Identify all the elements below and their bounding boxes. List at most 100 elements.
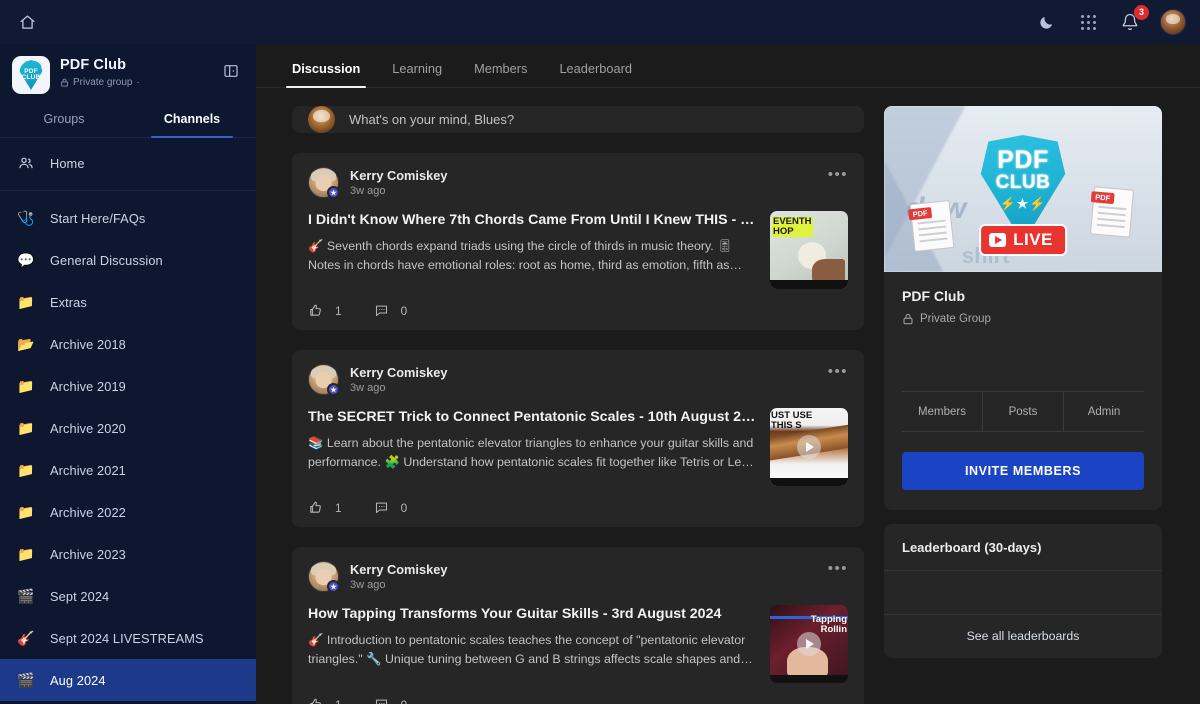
sidebar-item-archive-2018[interactable]: 📂 Archive 2018: [0, 323, 256, 365]
author-avatar[interactable]: ★: [308, 167, 340, 199]
post-title[interactable]: I Didn't Know Where 7th Chords Came From…: [308, 211, 756, 229]
post-thumbnail[interactable]: Tapping Rollin: [770, 605, 848, 683]
sidebar-item-general-discussion[interactable]: 💬 General Discussion: [0, 239, 256, 281]
post-actions: 10: [308, 303, 848, 318]
group-name: PDF Club: [902, 288, 965, 304]
thumbnail-caption: EVENTH HOP: [772, 216, 813, 237]
channel-emoji-icon: 📁: [17, 419, 35, 436]
tab-learning[interactable]: Learning: [378, 61, 456, 87]
post-thumbnail[interactable]: EVENTH HOP: [770, 211, 848, 289]
post-composer[interactable]: What's on your mind, Blues?: [292, 106, 864, 133]
play-icon: [797, 632, 821, 656]
comment-button[interactable]: 0: [374, 697, 408, 704]
lightning-star-icon: ⚡★⚡: [999, 196, 1047, 212]
stat-posts[interactable]: Posts: [983, 392, 1064, 431]
post-description: 📚 Learn about the pentatonic elevator tr…: [308, 436, 756, 470]
sidebar-item-aug-2024[interactable]: 🎬 Aug 2024: [0, 659, 256, 701]
tab-members[interactable]: Members: [460, 61, 541, 87]
sidebar-item-start-here-faqs[interactable]: 🩺 Start Here/FAQs: [0, 197, 256, 239]
comment-count: 0: [401, 698, 408, 704]
sidebar-item-label: Sept 2024: [50, 588, 110, 604]
post-author[interactable]: Kerry Comiskey: [350, 168, 447, 183]
moon-icon[interactable]: [1034, 10, 1058, 34]
like-count: 1: [335, 500, 342, 515]
sidebar-item-archive-2022[interactable]: 📁 Archive 2022: [0, 491, 256, 533]
group-stats-spacer: [902, 325, 1144, 391]
stat-members[interactable]: Members: [902, 392, 983, 431]
sidebar-item-extras[interactable]: 📁 Extras: [0, 281, 256, 323]
sidebar-item-archive-2023[interactable]: 📁 Archive 2023: [0, 533, 256, 575]
app-root: 3 PDF CLUB PDF Club Private group · Grou…: [0, 0, 1200, 704]
sidebar-tab-channels[interactable]: Channels: [128, 102, 256, 138]
post-author[interactable]: Kerry Comiskey: [350, 365, 447, 380]
pdf-document-left-icon: [909, 200, 955, 252]
post-more-options-icon[interactable]: •••: [828, 364, 848, 379]
stat-admin[interactable]: Admin: [1064, 392, 1144, 431]
post-title[interactable]: How Tapping Transforms Your Guitar Skill…: [308, 605, 756, 623]
play-icon: [797, 435, 821, 459]
like-button[interactable]: 1: [308, 500, 342, 515]
post-more-options-icon[interactable]: •••: [828, 561, 848, 576]
post-feed: What's on your mind, Blues? ★ Kerry Comis…: [292, 106, 864, 704]
comment-button[interactable]: 0: [374, 500, 407, 515]
channel-emoji-icon: 🩺: [17, 209, 35, 226]
sidebar-item-archive-2019[interactable]: 📁 Archive 2019: [0, 365, 256, 407]
channel-emoji-icon: 📁: [17, 503, 35, 520]
post-title[interactable]: The SECRET Trick to Connect Pentatonic S…: [308, 408, 756, 426]
grid-apps-icon[interactable]: [1076, 10, 1100, 34]
top-bar-left: [12, 7, 42, 37]
sidebar-privacy-label: Private group: [73, 77, 133, 88]
sidebar-item-label: Archive 2023: [50, 546, 126, 562]
group-logo-icon: PDF CLUB: [12, 56, 50, 94]
channel-emoji-icon: 📁: [17, 293, 35, 310]
invite-members-button[interactable]: INVITE MEMBERS: [902, 452, 1144, 490]
right-panel: dow shirt PDF CLUB ⚡★⚡: [884, 106, 1162, 704]
banner-logo-line-1: PDF: [997, 146, 1049, 174]
sidebar-item-label: Start Here/FAQs: [50, 210, 146, 226]
sidebar-item-sept-2024-livestreams[interactable]: 🎸 Sept 2024 LIVESTREAMS: [0, 617, 256, 659]
thumbs-up-icon: [310, 698, 321, 704]
sidebar-item-label: Aug 2024: [50, 672, 106, 688]
sidebar-header-text: PDF Club Private group ·: [60, 56, 208, 88]
people-icon: [16, 155, 36, 171]
notification-badge: 3: [1134, 5, 1149, 20]
like-button[interactable]: 1: [308, 303, 342, 318]
sidebar-item-sept-2024[interactable]: 🎬 Sept 2024: [0, 575, 256, 617]
group-info-body: PDF Club Private Group: [884, 272, 1162, 391]
channel-emoji-icon: 🎬: [17, 671, 35, 688]
sidebar-item-home[interactable]: Home: [0, 142, 256, 184]
author-avatar[interactable]: ★: [308, 561, 340, 593]
sidebar-item-label: Archive 2018: [50, 336, 126, 352]
see-all-leaderboards-link[interactable]: See all leaderboards: [884, 615, 1162, 658]
comment-icon: [375, 305, 387, 317]
sidebar-divider: [0, 190, 256, 191]
tab-discussion[interactable]: Discussion: [278, 61, 374, 88]
like-button[interactable]: 1: [308, 697, 342, 704]
post-meta: Kerry Comiskey 3w ago: [350, 562, 447, 591]
sidebar-item-label: General Discussion: [50, 252, 163, 268]
post-thumbnail[interactable]: UST USE THIS S: [770, 408, 848, 486]
bell-icon[interactable]: 3: [1118, 5, 1149, 34]
post-card: ★ Kerry Comiskey 3w ago ••• The SECRET Trick…: [292, 350, 864, 527]
like-count: 1: [335, 303, 342, 318]
comment-button[interactable]: 0: [374, 303, 408, 318]
user-avatar[interactable]: [1160, 9, 1186, 35]
comment-icon: [375, 502, 387, 514]
author-badge-icon: ★: [327, 580, 340, 593]
tab-leaderboard[interactable]: Leaderboard: [545, 61, 646, 87]
panel-toggle-icon[interactable]: [218, 58, 244, 84]
sidebar-tab-groups[interactable]: Groups: [0, 102, 128, 137]
body: PDF CLUB PDF Club Private group · Groups…: [0, 44, 1200, 704]
sidebar-item-archive-2021[interactable]: 📁 Archive 2021: [0, 449, 256, 491]
main-tabs: Discussion Learning Members Leaderboard: [256, 44, 1200, 88]
sidebar-item-label: Extras: [50, 294, 87, 310]
comment-count: 0: [400, 303, 408, 318]
sidebar: PDF CLUB PDF Club Private group · Groups…: [0, 44, 256, 704]
post-author[interactable]: Kerry Comiskey: [350, 562, 447, 577]
post-meta: Kerry Comiskey 3w ago: [350, 168, 447, 197]
home-icon[interactable]: [12, 7, 42, 37]
sidebar-item-archive-2020[interactable]: 📁 Archive 2020: [0, 407, 256, 449]
post-more-options-icon[interactable]: •••: [828, 167, 848, 182]
play-icon: [989, 233, 1007, 247]
author-avatar[interactable]: ★: [308, 364, 340, 396]
